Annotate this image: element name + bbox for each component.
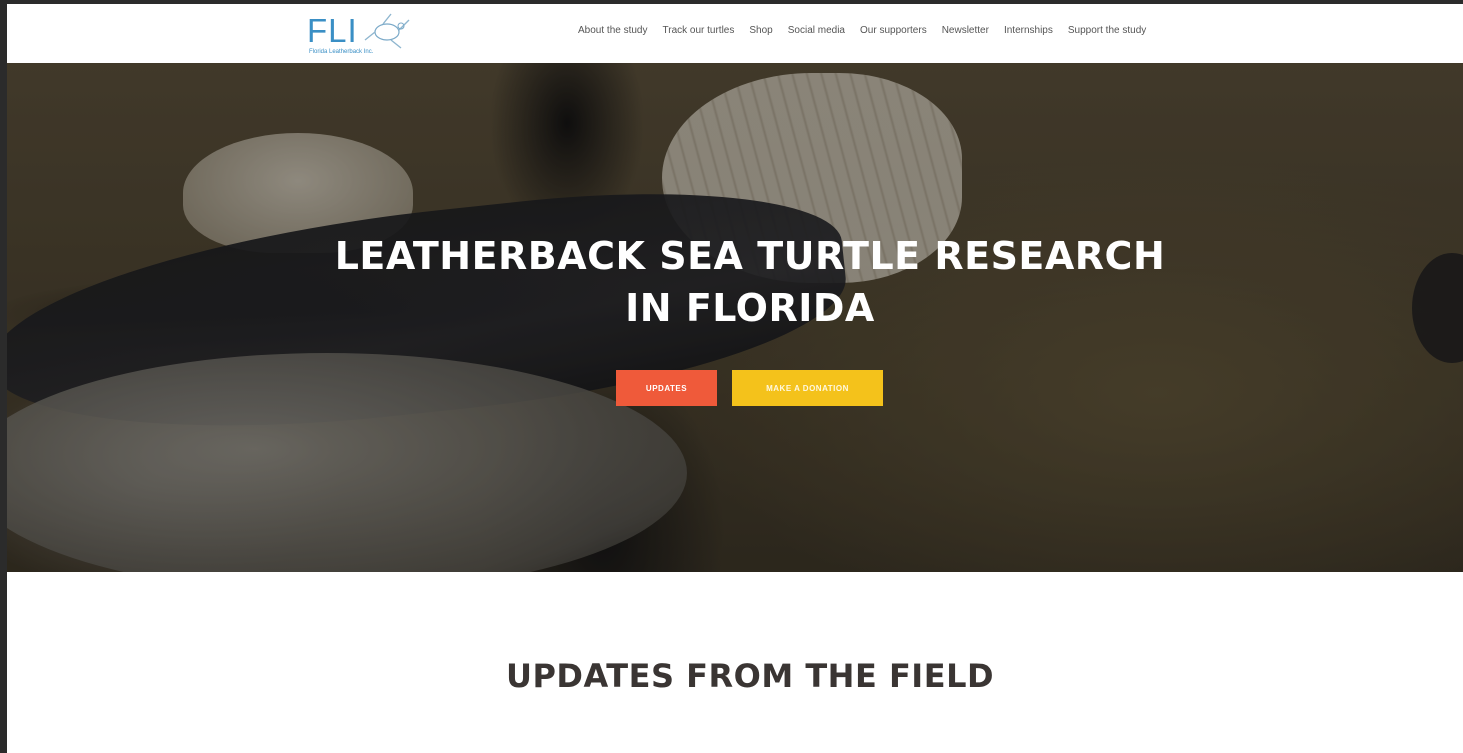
- logo-subtext: Florida Leatherback Inc.: [309, 49, 374, 55]
- hero-title-line1: LEATHERBACK SEA TURTLE RESEARCH: [334, 234, 1166, 278]
- nav-newsletter[interactable]: Newsletter: [942, 25, 989, 36]
- nav-our-supporters[interactable]: Our supporters: [860, 25, 927, 36]
- hero-title: LEATHERBACK SEA TURTLE RESEARCH IN FLORI…: [7, 230, 1463, 334]
- nav-track-our-turtles[interactable]: Track our turtles: [663, 25, 735, 36]
- make-a-donation-button[interactable]: MAKE A DONATION: [732, 370, 883, 406]
- hero-banner: LEATHERBACK SEA TURTLE RESEARCH IN FLORI…: [7, 63, 1463, 572]
- site-logo[interactable]: FLI Florida Leatherback Inc.: [307, 10, 417, 60]
- nav-social-media[interactable]: Social media: [788, 25, 845, 36]
- sea-turtle-logo-icon: [364, 13, 410, 49]
- main-nav: About the study Track our turtles Shop S…: [578, 25, 1146, 36]
- nav-internships[interactable]: Internships: [1004, 25, 1053, 36]
- section-title: UPDATES FROM THE FIELD: [505, 657, 995, 695]
- nav-support-the-study[interactable]: Support the study: [1068, 25, 1146, 36]
- nav-about-the-study[interactable]: About the study: [578, 25, 648, 36]
- site-header: FLI Florida Leatherback Inc. About the s…: [7, 4, 1463, 63]
- logo-text: FLI: [307, 12, 358, 49]
- nav-shop[interactable]: Shop: [749, 25, 772, 36]
- updates-button[interactable]: UPDATES: [616, 370, 717, 406]
- hero-title-line2: IN FLORIDA: [625, 286, 875, 330]
- page-frame: FLI Florida Leatherback Inc. About the s…: [7, 4, 1463, 753]
